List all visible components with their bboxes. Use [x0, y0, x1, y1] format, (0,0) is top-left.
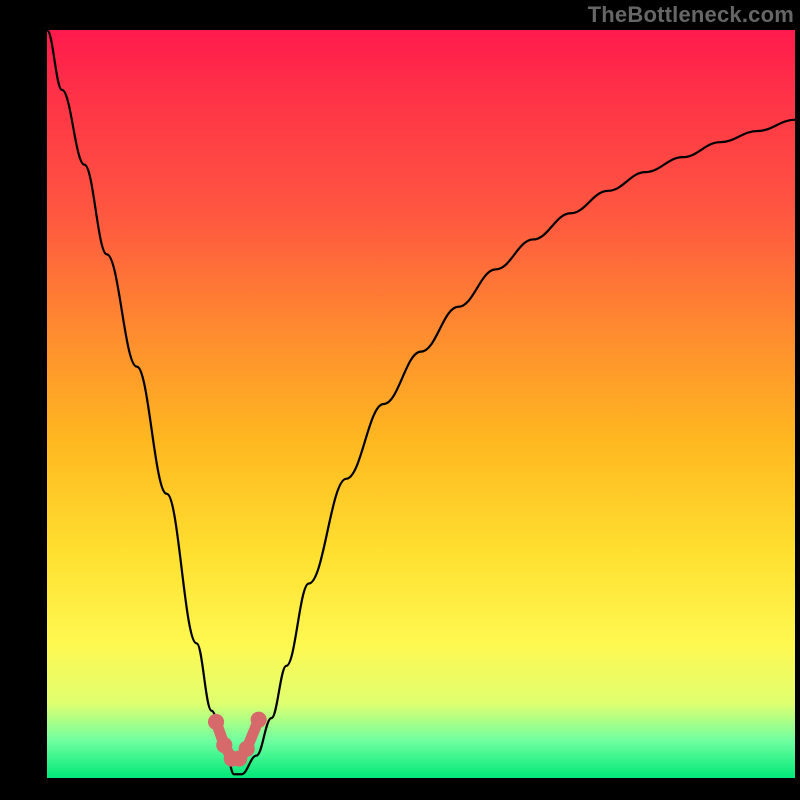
- plot-area: [47, 30, 795, 778]
- watermark-text: TheBottleneck.com: [588, 2, 794, 28]
- bottleneck-curve: [47, 30, 795, 774]
- valley-marker: [251, 712, 267, 728]
- curve-svg: [47, 30, 795, 778]
- valley-marker: [208, 714, 224, 730]
- valley-marker: [239, 741, 255, 757]
- chart-frame: TheBottleneck.com: [0, 0, 800, 800]
